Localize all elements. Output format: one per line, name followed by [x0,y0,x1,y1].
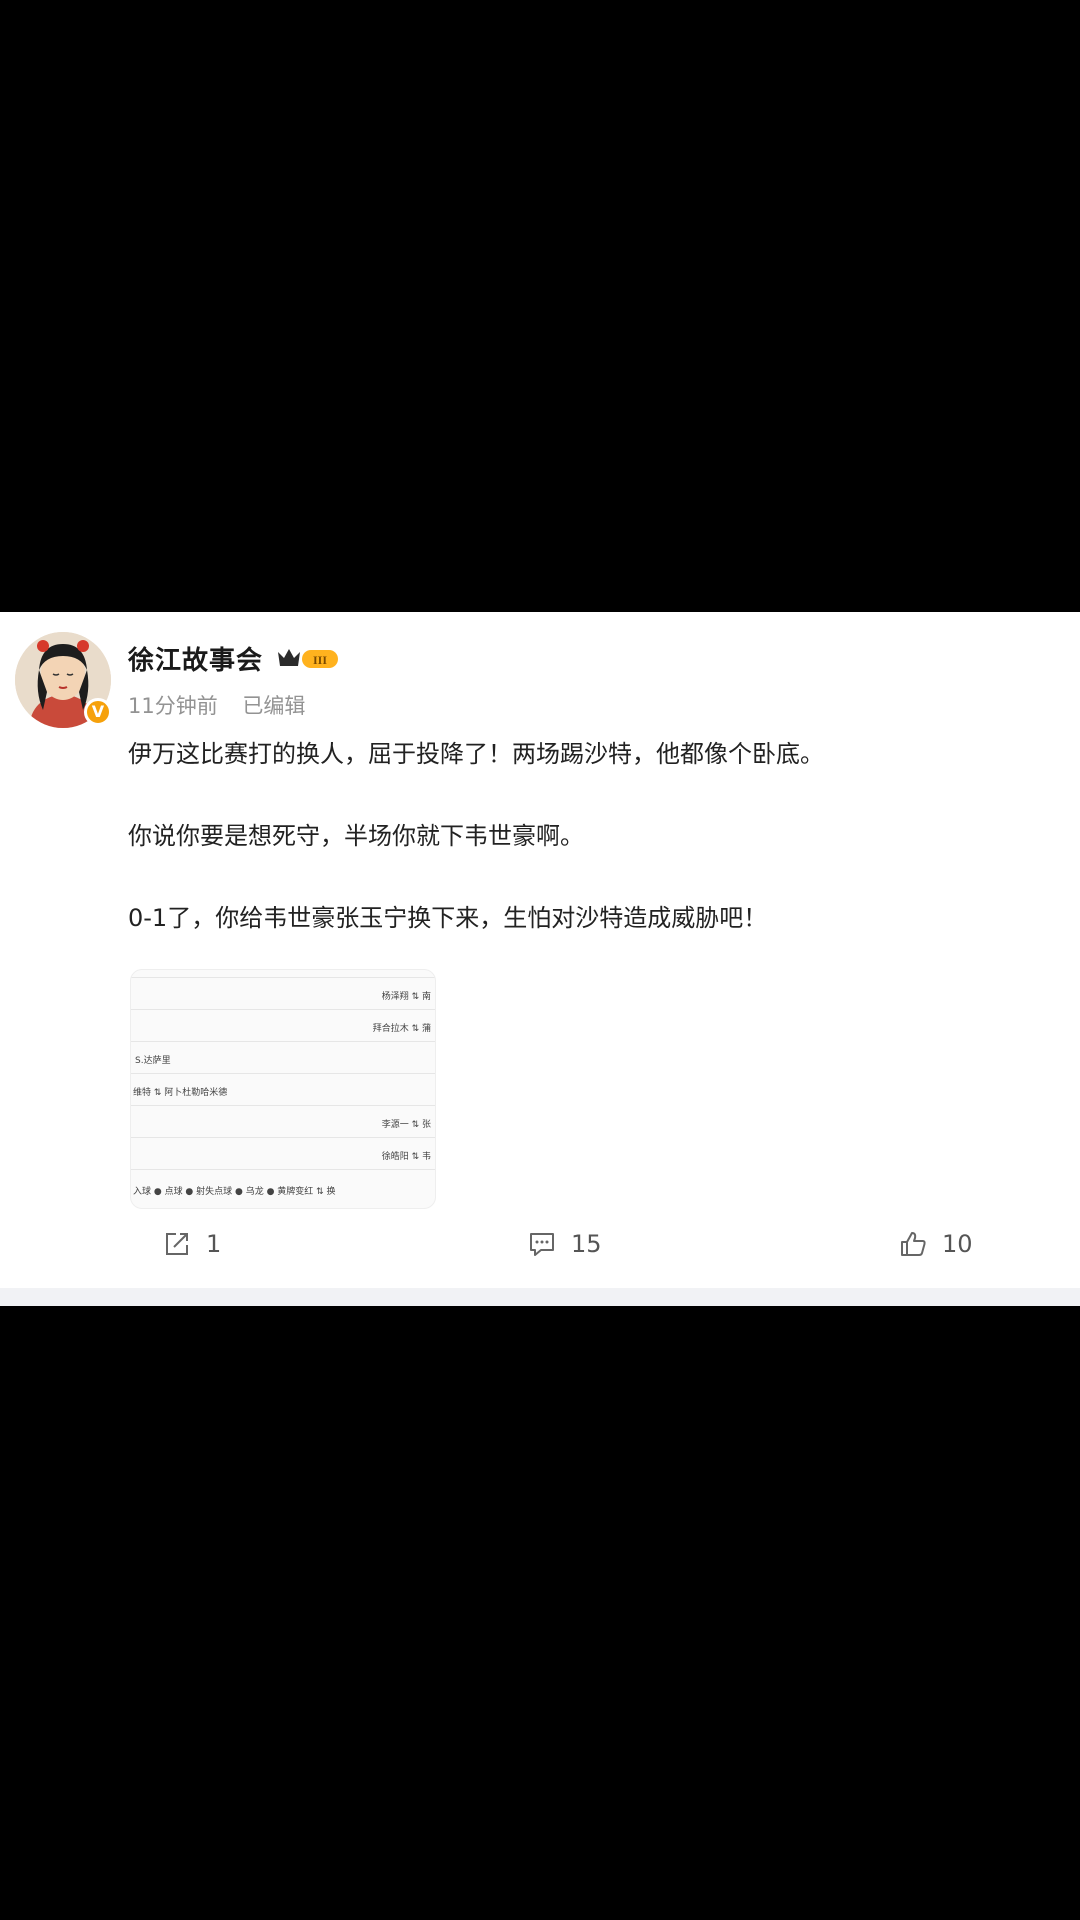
like-button[interactable]: 10 [898,1224,973,1264]
repost-button[interactable]: 1 [162,1224,221,1264]
thumb-row: 徐皓阳 ⇅ 韦 [131,1138,435,1170]
thumb-row: 拜合拉木 ⇅ 蒲 [131,1010,435,1042]
thumb-row: 杨泽翔 ⇅ 南 [131,978,435,1010]
post-text: 伊万这比赛打的换人，屈于投降了！两场踢沙特，他都像个卧底。 你说你要是想死守，半… [128,736,1048,936]
thumb-row-text: 拜合拉木 ⇅ 蒲 [372,1024,431,1034]
weibo-post-card[interactable]: V 徐江故事会 III 11分钟前 已编辑 伊万这比赛打的换人，屈于投降了！两场… [0,612,1080,1288]
thumb-row-partial [131,970,435,978]
comment-count: 15 [571,1230,602,1258]
thumb-row-text: 维特 ⇅ 阿卜杜勒哈米德 [133,1088,228,1098]
thumb-row-text: 徐皓阳 ⇅ 韦 [381,1152,431,1162]
thumb-row: S.达萨里 [131,1042,435,1074]
member-crown-badge-icon[interactable]: III [276,644,346,672]
share-icon [166,1233,188,1255]
username[interactable]: 徐江故事会 [128,640,263,677]
action-bar: 1 15 10 [0,1224,1080,1274]
like-icon [901,1232,926,1256]
member-level-label: III [313,653,327,667]
thumb-legend: 入球 ● 点球 ● 射失点球 ● 乌龙 ● 黄牌变红 ⇅ 换 [133,1187,336,1197]
like-count: 10 [942,1230,973,1258]
edited-label: 已编辑 [242,694,306,718]
thumb-row: 李源一 ⇅ 张 [131,1106,435,1138]
post-time: 11分钟前 [128,694,218,718]
comment-button[interactable]: 15 [527,1224,602,1264]
thumb-row-text: 李源一 ⇅ 张 [381,1120,431,1130]
post-meta: 11分钟前 已编辑 [128,690,305,720]
bottom-black-area [0,1306,1080,1920]
post-paragraph: 你说你要是想死守，半场你就下韦世豪啊。 [128,822,584,850]
post-image-thumbnail[interactable]: 杨泽翔 ⇅ 南 拜合拉木 ⇅ 蒲 S.达萨里 维特 ⇅ 阿卜杜勒哈米德 李源一 … [130,969,436,1209]
verified-mark: V [91,702,105,721]
top-black-area [0,0,1080,612]
thumb-row-text: 杨泽翔 ⇅ 南 [381,992,431,1002]
comment-icon [530,1233,554,1256]
thumb-row-text: S.达萨里 [135,1056,171,1066]
card-divider [0,1288,1080,1306]
verified-badge: V [84,698,112,726]
post-paragraph: 伊万这比赛打的换人，屈于投降了！两场踢沙特，他都像个卧底。 [128,740,824,768]
thumb-legend-row: 入球 ● 点球 ● 射失点球 ● 乌龙 ● 黄牌变红 ⇅ 换 [131,1176,435,1208]
post-paragraph: 0-1了，你给韦世豪张玉宁换下来，生怕对沙特造成威胁吧！ [128,904,768,932]
thumb-row: 维特 ⇅ 阿卜杜勒哈米德 [131,1074,435,1106]
repost-count: 1 [206,1230,222,1258]
